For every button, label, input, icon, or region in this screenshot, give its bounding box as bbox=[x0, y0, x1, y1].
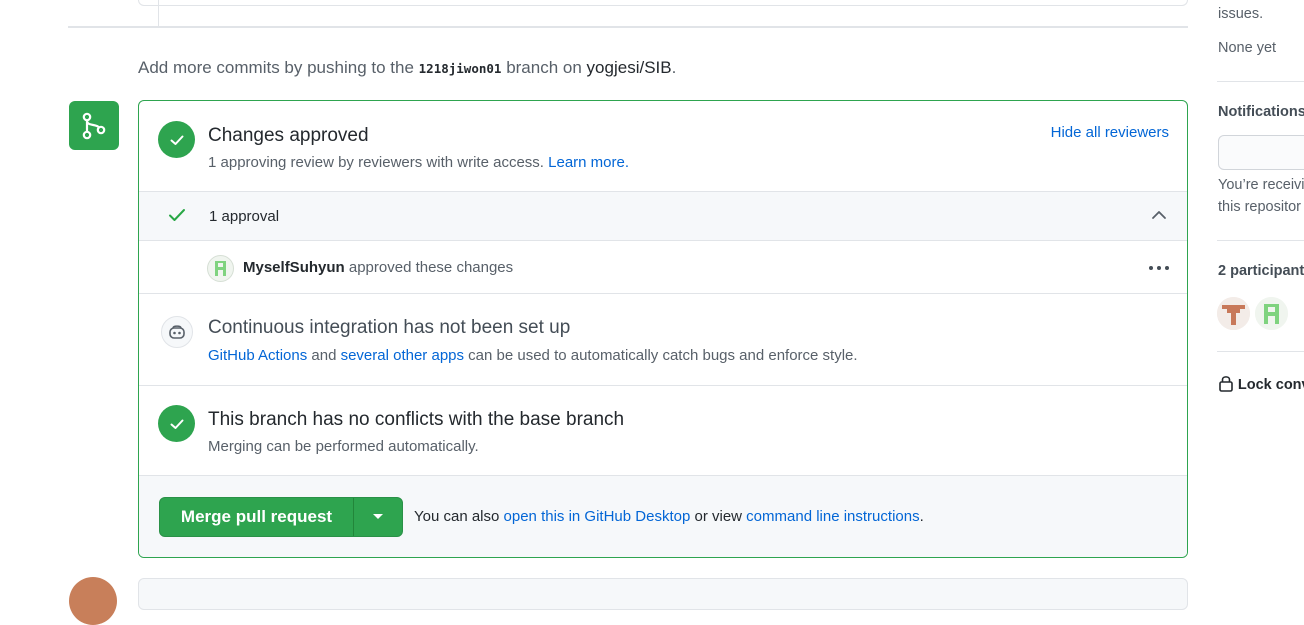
check-icon bbox=[170, 135, 183, 145]
participants-heading: 2 participant bbox=[1218, 263, 1304, 279]
notifications-desc-line1: You’re receivi bbox=[1218, 177, 1304, 193]
robot-icon bbox=[169, 325, 185, 339]
reviewer-avatar[interactable] bbox=[207, 255, 234, 282]
notifications-heading: Notifications bbox=[1218, 104, 1304, 120]
push-note-prefix: Add more commits by pushing to the bbox=[138, 58, 414, 77]
learn-more-link[interactable]: Learn more. bbox=[548, 154, 629, 171]
changes-approved-title: Changes approved bbox=[208, 125, 369, 146]
no-conflicts-title: This branch has no conflicts with the ba… bbox=[208, 409, 625, 430]
ci-section: Continuous integration has not been set … bbox=[139, 294, 1187, 386]
chevron-up-icon[interactable] bbox=[1151, 209, 1167, 221]
participant-avatar-1[interactable] bbox=[1217, 297, 1250, 330]
lock-icon bbox=[1219, 376, 1233, 392]
hint-suffix: . bbox=[919, 508, 924, 525]
no-conflicts-description: Merging can be performed automatically. bbox=[208, 438, 479, 455]
merge-hint: You can also open this in GitHub Desktop… bbox=[414, 508, 924, 525]
review-entry: MyselfSuhyun approved these changes bbox=[243, 259, 513, 276]
branch-name: 1218jiwon01 bbox=[418, 61, 502, 76]
review-action-text: approved these changes bbox=[348, 259, 514, 276]
no-conflicts-status-circle bbox=[158, 405, 195, 442]
hint-middle: or view bbox=[694, 508, 742, 525]
git-merge-icon bbox=[82, 112, 106, 139]
lock-conversation-label: Lock conv bbox=[1237, 377, 1304, 393]
comment-box bbox=[138, 578, 1188, 610]
push-commits-note: Add more commits by pushing to the 1218j… bbox=[138, 58, 676, 78]
hint-prefix: You can also bbox=[414, 508, 500, 525]
github-actions-link[interactable]: GitHub Actions bbox=[208, 347, 307, 364]
approvals-toggle[interactable]: 1 approval bbox=[139, 192, 1187, 241]
check-icon bbox=[170, 419, 183, 429]
git-merge-badge bbox=[69, 101, 119, 150]
ci-and-text: and bbox=[311, 347, 337, 364]
sidebar-divider bbox=[1217, 81, 1304, 82]
merge-pull-request-button[interactable]: Merge pull request bbox=[160, 498, 354, 536]
reviewer-row: MyselfSuhyun approved these changes bbox=[139, 241, 1187, 294]
ci-description: GitHub Actions and several other apps ca… bbox=[208, 347, 858, 364]
merge-button-group: Merge pull request bbox=[159, 497, 403, 537]
ci-robot-icon-wrap bbox=[161, 316, 193, 348]
identicon-avatar-icon bbox=[215, 261, 226, 276]
changes-approved-description: 1 approving review by reviewers with wri… bbox=[208, 154, 629, 171]
milestone-none-yet: None yet bbox=[1218, 40, 1277, 56]
approval-count: 1 approval bbox=[209, 208, 280, 225]
merge-method-dropdown[interactable] bbox=[354, 498, 402, 536]
lock-conversation-button[interactable]: Lock conv bbox=[1218, 374, 1304, 393]
notifications-desc-line2: this repositor bbox=[1218, 199, 1302, 215]
hide-all-reviewers-link[interactable]: Hide all reviewers bbox=[1051, 124, 1169, 141]
ci-title: Continuous integration has not been set … bbox=[208, 317, 571, 338]
identicon-avatar-icon bbox=[1217, 297, 1250, 330]
ci-rest-text: can be used to automatically catch bugs … bbox=[468, 347, 858, 364]
timeline-divider bbox=[68, 26, 1188, 28]
push-note-suffix: . bbox=[671, 58, 677, 77]
identicon-avatar-icon bbox=[1255, 297, 1288, 330]
kebab-menu-icon[interactable] bbox=[1148, 265, 1170, 271]
sidebar-issues-text: issues. bbox=[1218, 6, 1264, 22]
merge-box: Changes approved 1 approving review by r… bbox=[138, 100, 1188, 558]
comment-author-avatar[interactable] bbox=[69, 577, 117, 625]
notifications-subscribe-button[interactable] bbox=[1218, 135, 1304, 170]
sidebar-divider bbox=[1217, 351, 1304, 352]
approved-status-circle bbox=[158, 121, 195, 158]
reviewer-name-link[interactable]: MyselfSuhyun bbox=[243, 259, 345, 276]
repo-name: yogjesi/SIB bbox=[586, 58, 672, 77]
caret-down-icon bbox=[373, 514, 383, 519]
no-conflicts-section: This branch has no conflicts with the ba… bbox=[139, 386, 1187, 476]
participant-avatar-2[interactable] bbox=[1255, 297, 1288, 330]
sidebar-divider bbox=[1217, 240, 1304, 241]
other-apps-link[interactable]: several other apps bbox=[341, 347, 464, 364]
command-line-instructions-link[interactable]: command line instructions bbox=[746, 508, 919, 525]
previous-timeline-box bbox=[138, 0, 1188, 6]
timeline-line bbox=[158, 0, 159, 26]
merge-footer: Merge pull request You can also open thi… bbox=[139, 476, 1187, 557]
github-desktop-link[interactable]: open this in GitHub Desktop bbox=[504, 508, 691, 525]
approval-check-icon bbox=[169, 209, 185, 221]
changes-approved-section: Changes approved 1 approving review by r… bbox=[139, 101, 1187, 192]
approved-description-text: 1 approving review by reviewers with wri… bbox=[208, 154, 544, 171]
push-note-middle: branch on bbox=[506, 58, 582, 77]
